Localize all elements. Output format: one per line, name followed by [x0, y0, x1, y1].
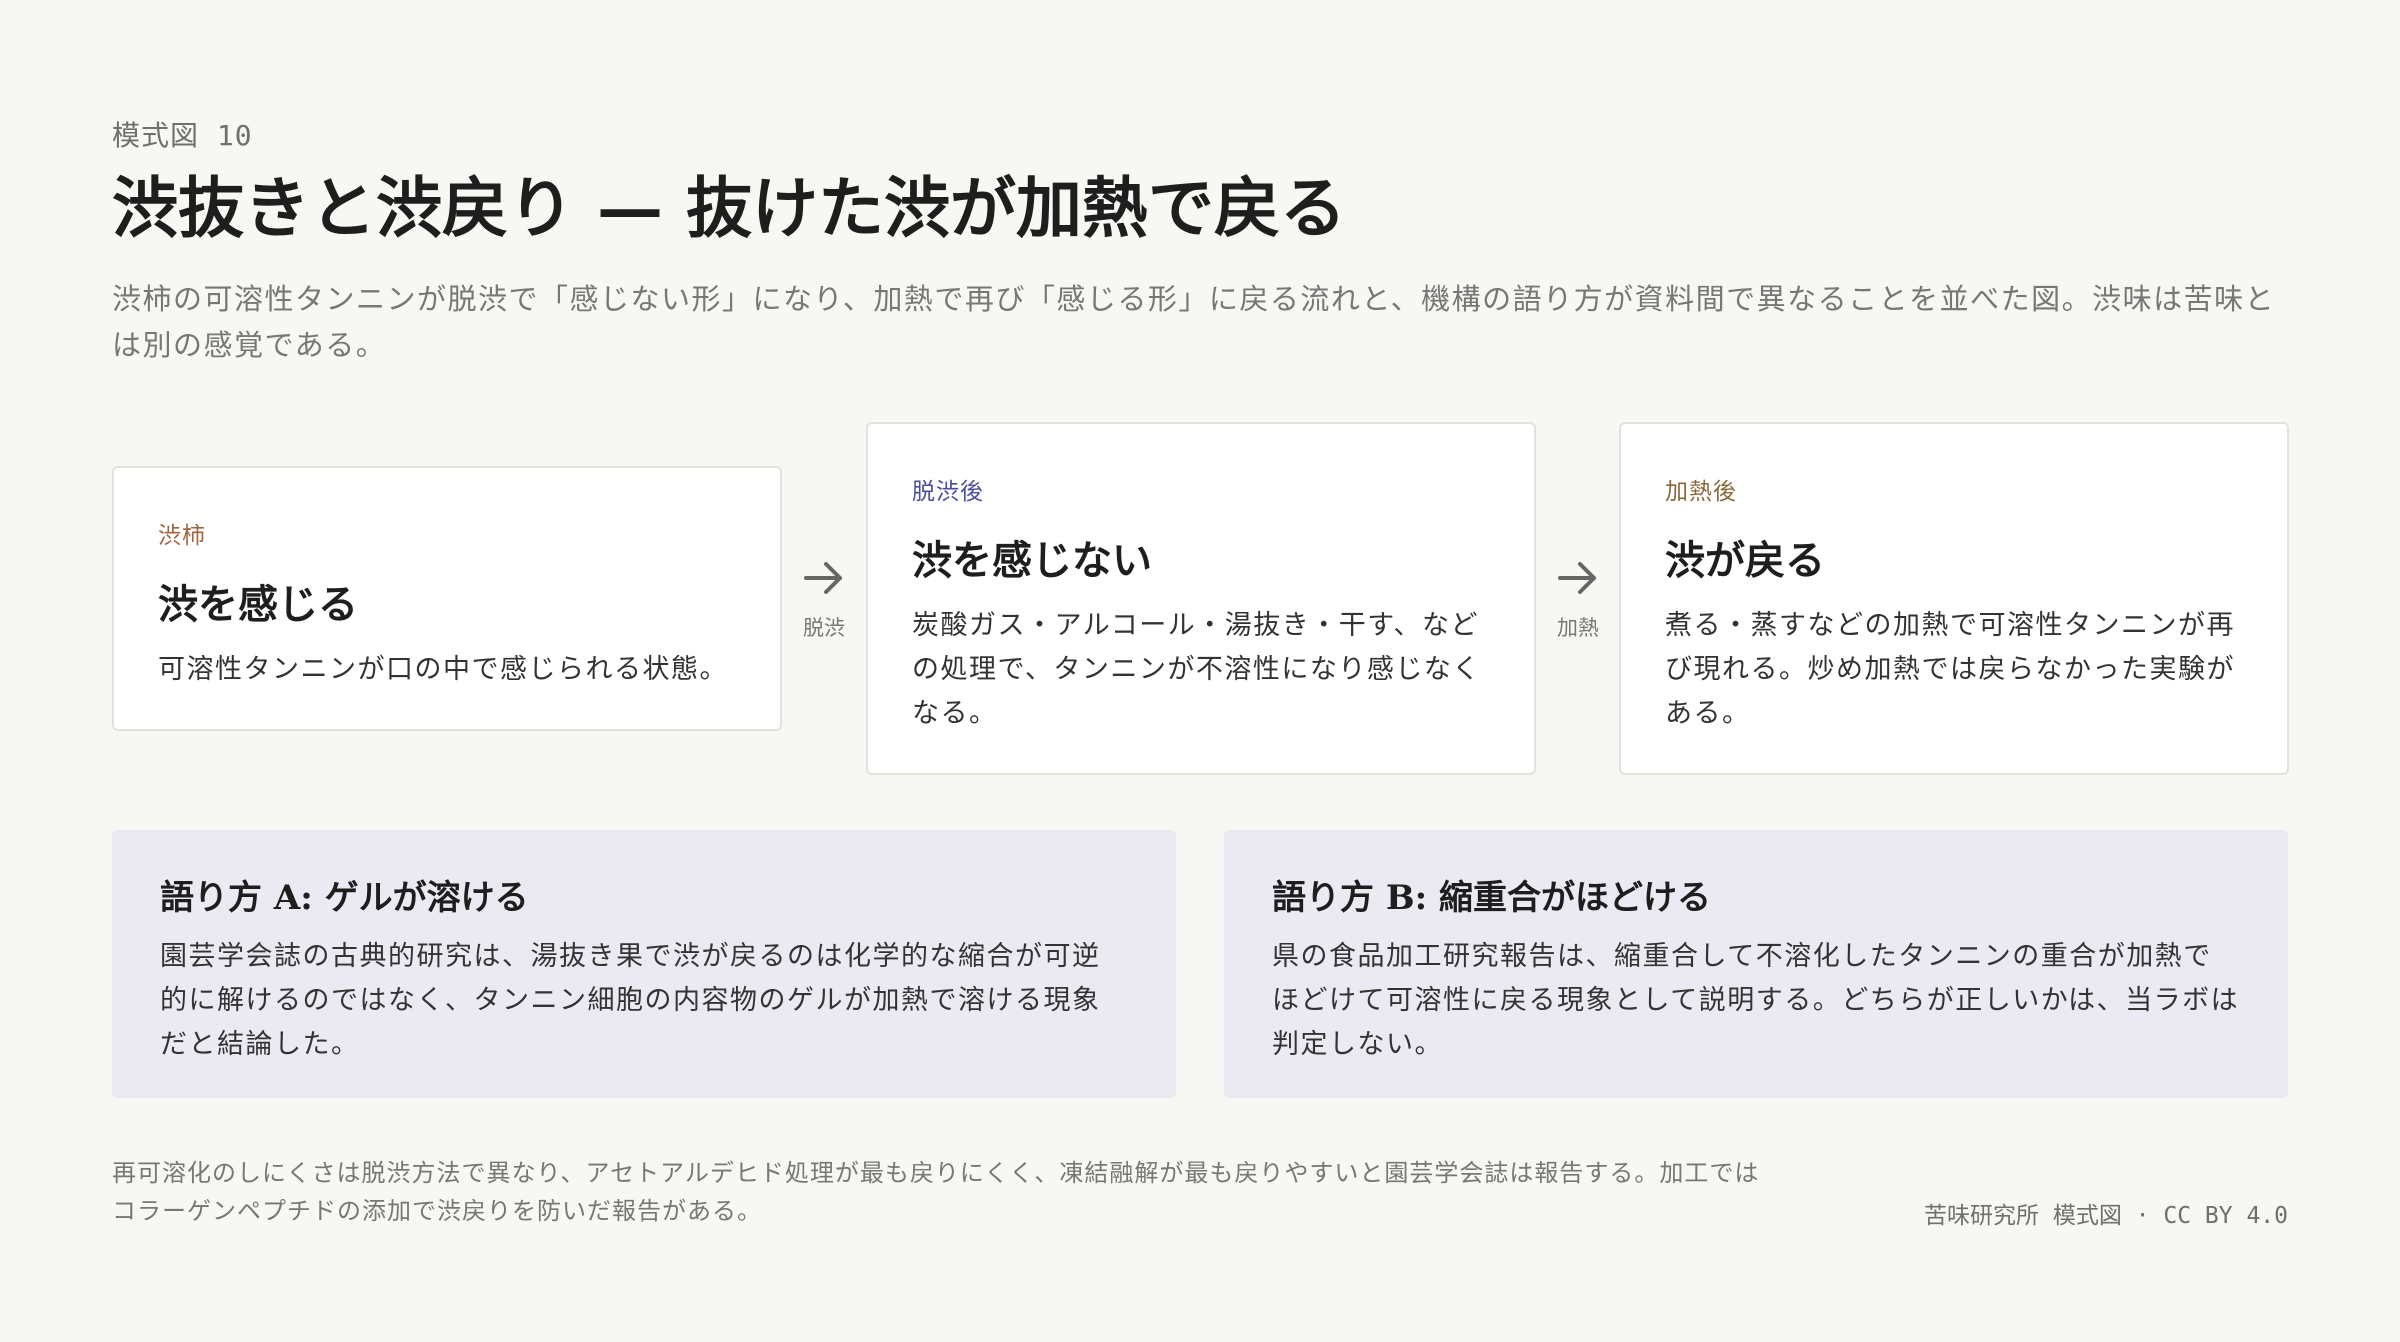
- stage-text: 可溶性タンニンが口の中で感じられる状態。: [158, 654, 728, 685]
- claim-panel-a: 語り方 A: ゲルが溶ける 園芸学会誌の古典的研究は、湯抜き果で渋が戻るのは化学…: [112, 830, 1176, 1098]
- claim-text: 県の食品加工研究報告は、縮重合して不溶化したタンニンの重合が加熱でほどけて可溶性…: [1272, 941, 2240, 1060]
- figure-label: 模式図 10: [112, 119, 253, 152]
- stage-text: 煮る・蒸すなどの加熱で可溶性タンニンが再び現れる。炒め加熱では戻らなかった実験が…: [1665, 610, 2235, 729]
- stage-title: 渋を感じない: [912, 537, 1152, 584]
- stage-tag: 渋柿: [158, 523, 206, 549]
- claim-panel-b: 語り方 B: 縮重合がほどける 県の食品加工研究報告は、縮重合して不溶化したタン…: [1224, 830, 2288, 1098]
- claim-title: 語り方 A: ゲルが溶ける: [160, 878, 529, 918]
- arrow-right-icon: [804, 562, 842, 594]
- stage-text: 炭酸ガス・アルコール・湯抜き・干す、などの処理で、タンニンが不溶性になり感じなく…: [912, 610, 1481, 729]
- page-title: 渋抜きと渋戻り — 抜けた渋が加熱で戻る: [112, 169, 1346, 247]
- credit-line: 苦味研究所 模式図 · CC BY 4.0: [1923, 1203, 2288, 1229]
- stage-card-after-deastringency: 脱渋後 渋を感じない 炭酸ガス・アルコール・湯抜き・干す、などの処理で、タンニン…: [866, 422, 1536, 775]
- page-subtitle: 渋柿の可溶性タンニンが脱渋で「感じない形」になり、加熱で再び「感じる形」に戻る流…: [112, 282, 2276, 362]
- arrow-label: 脱渋: [803, 616, 845, 640]
- stage-card-after-heating: 加熱後 渋が戻る 煮る・蒸すなどの加熱で可溶性タンニンが再び現れる。炒め加熱では…: [1619, 422, 2289, 775]
- stage-title: 渋が戻る: [1665, 537, 1825, 584]
- arrow-heating: 加熱: [1536, 556, 1620, 642]
- stage-title: 渋を感じる: [158, 581, 358, 628]
- arrow-deastringency: 脱渋: [782, 556, 866, 642]
- arrow-label: 加熱: [1557, 616, 1599, 640]
- footnote: 再可溶化のしにくさは脱渋方法で異なり、アセトアルデヒド処理が最も戻りにくく、凍結…: [112, 1159, 1760, 1225]
- stage-card-astringent: 渋柿 渋を感じる 可溶性タンニンが口の中で感じられる状態。: [112, 466, 782, 731]
- claim-text: 園芸学会誌の古典的研究は、湯抜き果で渋が戻るのは化学的な縮合が可逆的に解けるので…: [160, 941, 1101, 1060]
- arrow-right-icon: [1558, 562, 1596, 594]
- stage-tag: 脱渋後: [912, 479, 984, 505]
- stage-tag: 加熱後: [1665, 479, 1737, 505]
- claim-title: 語り方 B: 縮重合がほどける: [1272, 878, 1711, 918]
